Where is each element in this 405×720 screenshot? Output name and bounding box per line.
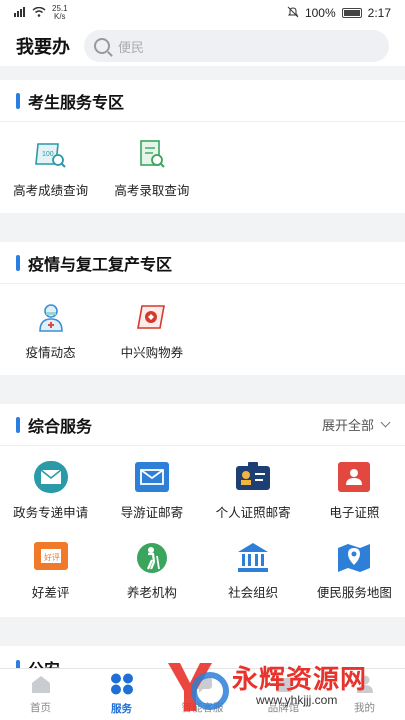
service-exam-score[interactable]: 100 高考成绩查询	[0, 128, 101, 208]
service-personal-license-mail[interactable]: 个人证照邮寄	[203, 450, 304, 530]
elderly-icon	[134, 540, 170, 574]
chevron-down-icon	[380, 417, 391, 428]
chat-icon	[192, 674, 214, 697]
service-elderly-care[interactable]: 养老机构	[101, 530, 202, 610]
service-convenience-map[interactable]: 便民服务地图	[304, 530, 405, 610]
map-pin-icon	[336, 540, 372, 574]
tab-brand[interactable]: 品牌馆	[243, 674, 324, 715]
section-general: 综合服务 展开全部 政务专递申请 导游证邮寄 个人证照邮寄 电子证照 好评 好差…	[0, 404, 405, 617]
status-bar: 25.1 K/s 100% 2:17	[0, 0, 405, 26]
section-accent-bar	[16, 254, 20, 271]
brand-icon	[273, 674, 295, 697]
section-title: 综合服务	[28, 418, 93, 436]
service-admission-query[interactable]: 高考录取查询	[101, 128, 202, 208]
service-express-delivery[interactable]: 政务专递申请	[0, 450, 101, 530]
section-title: 考生服务专区	[28, 94, 125, 112]
section-exam: 考生服务专区 100 高考成绩查询 高考录取查询	[0, 80, 405, 213]
battery-icon	[341, 8, 362, 18]
service-e-license[interactable]: 电子证照	[304, 450, 405, 530]
exam-score-icon: 100	[33, 138, 69, 172]
service-grid: 政务专递申请 导游证邮寄 个人证照邮寄 电子证照 好评 好差评 养老机构 社会组…	[0, 446, 405, 610]
network-speed: 25.1 K/s	[52, 4, 68, 21]
tab-smart-support[interactable]: 智能客服	[162, 674, 243, 715]
shopping-voucher-icon	[134, 300, 170, 334]
section-epidemic: 疫情与复工复产专区 疫情动态 中兴购物券	[0, 242, 405, 375]
tab-service[interactable]: 服务	[81, 673, 162, 716]
user-icon	[354, 674, 376, 697]
search-icon	[94, 38, 110, 54]
bottom-tab-bar: 首页 服务 智能客服 品牌馆 我的	[0, 668, 405, 720]
e-license-icon	[336, 460, 372, 494]
section-header: 综合服务 展开全部	[0, 404, 405, 446]
wifi-icon	[32, 6, 46, 20]
doctor-icon	[33, 300, 69, 334]
top-bar: 我要办 便民	[0, 26, 405, 66]
section-accent-bar	[16, 416, 20, 433]
service-grid: 100 高考成绩查询 高考录取查询	[0, 122, 405, 208]
section-title: 疫情与复工复产专区	[28, 256, 173, 274]
expand-all-button[interactable]: 展开全部	[322, 415, 391, 434]
service-grid-icon	[110, 673, 134, 698]
id-card-icon	[235, 460, 271, 494]
battery-percent: 100%	[304, 6, 336, 20]
admission-query-icon	[134, 138, 170, 172]
clock: 2:17	[367, 6, 391, 20]
status-right: 100% 2:17	[287, 6, 391, 21]
service-shopping-voucher[interactable]: 中兴购物券	[101, 290, 202, 370]
tab-mine[interactable]: 我的	[324, 674, 405, 715]
service-grid: 疫情动态 中兴购物券	[0, 284, 405, 370]
service-social-org[interactable]: 社会组织	[203, 530, 304, 610]
section-accent-bar	[16, 92, 20, 109]
section-header: 疫情与复工复产专区	[0, 242, 405, 284]
express-delivery-icon	[33, 460, 69, 494]
svg-text:好评: 好评	[44, 552, 60, 562]
search-placeholder: 便民	[118, 39, 145, 55]
tab-home[interactable]: 首页	[0, 674, 81, 715]
envelope-icon	[134, 460, 170, 494]
sim-icon	[14, 6, 26, 20]
mute-bell-icon	[287, 6, 299, 21]
service-guide-license-mail[interactable]: 导游证邮寄	[101, 450, 202, 530]
page-title: 我要办	[16, 37, 70, 57]
status-left: 25.1 K/s	[14, 5, 68, 21]
service-epidemic-news[interactable]: 疫情动态	[0, 290, 101, 370]
building-icon	[235, 540, 271, 574]
rating-icon: 好评	[33, 540, 69, 574]
section-header: 考生服务专区	[0, 80, 405, 122]
search-input[interactable]: 便民	[84, 30, 389, 62]
home-icon	[30, 674, 52, 697]
service-rating[interactable]: 好评 好差评	[0, 530, 101, 610]
svg-text:100: 100	[42, 151, 54, 158]
